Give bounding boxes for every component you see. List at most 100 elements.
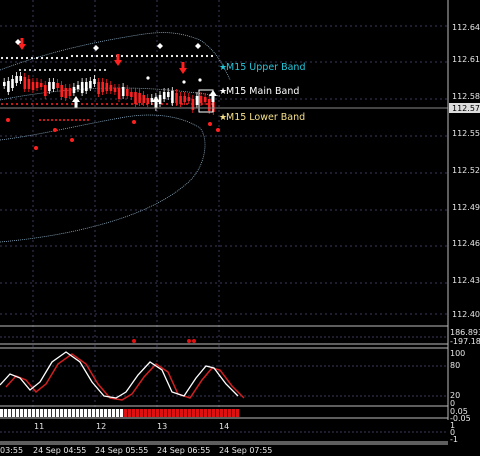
histogram-bar: [20, 409, 24, 417]
upper-marker: [24, 69, 26, 71]
cci-dot: [192, 339, 196, 343]
histogram-bar: [212, 409, 216, 417]
histogram-bar: [164, 409, 168, 417]
candle-body: [130, 92, 133, 97]
fractal-down-dot: [208, 122, 212, 126]
lower-marker: [36, 103, 38, 105]
histogram-bar: [172, 409, 176, 417]
current-price-value: 112.570: [452, 104, 480, 113]
lower-marker: [87, 119, 89, 121]
histogram-bar: [132, 409, 136, 417]
candle-body: [105, 83, 109, 91]
upper-marker: [100, 54, 104, 58]
candle-body: [35, 82, 39, 88]
upper-marker: [175, 54, 179, 58]
histogram-bar: [124, 409, 128, 417]
candle-body: [15, 76, 18, 83]
upper-marker: [195, 54, 199, 58]
candle-body: [187, 97, 191, 101]
histogram-bar: [144, 409, 148, 417]
upper-band-label: ★ M15 Upper Band: [219, 62, 305, 73]
upper-marker: [55, 56, 59, 60]
price-tick: 112.580: [452, 92, 480, 101]
lower-marker: [126, 103, 128, 105]
candle-body: [48, 82, 51, 91]
candle-body: [208, 99, 211, 111]
histogram-bar: [4, 409, 8, 417]
price-tick: 112.400: [452, 310, 480, 319]
bar-index-label: 14: [219, 422, 229, 431]
upper-marker: [15, 56, 19, 60]
histogram-bar: [204, 409, 208, 417]
lower-marker: [67, 119, 69, 121]
lower-marker: [101, 103, 103, 105]
histogram-bar: [12, 409, 16, 417]
cci-dot: [187, 339, 191, 343]
upper-marker: [200, 54, 204, 58]
candle-body: [179, 96, 182, 104]
lower-marker: [41, 103, 43, 105]
trading-chart[interactable]: ★ M15 Upper Band ★ M15 Main Band ★ M15 L…: [0, 0, 480, 456]
candle-body: [162, 92, 166, 99]
lower-marker: [91, 103, 93, 105]
lower-marker: [86, 103, 88, 105]
histogram-bar: [152, 409, 156, 417]
upper-marker: [79, 69, 81, 71]
histogram-bar: [208, 409, 212, 417]
upper-marker: [30, 56, 34, 60]
histogram-bar: [228, 409, 232, 417]
candle-body: [76, 85, 80, 89]
upper-marker: [130, 54, 134, 58]
upper-marker: [49, 69, 51, 71]
histogram-bar: [232, 409, 236, 417]
upper-marker: [19, 69, 21, 71]
histogram-bar: [56, 409, 60, 417]
histogram-bar: [128, 409, 132, 417]
fractal-down-dot: [132, 120, 136, 124]
upper-marker: [125, 54, 129, 58]
lower-marker: [1, 103, 3, 105]
candle-body: [27, 79, 31, 89]
lower-marker: [59, 119, 61, 121]
upper-marker: [10, 56, 14, 60]
candle-body: [97, 82, 100, 94]
candle-body: [199, 96, 203, 103]
upper-marker: [210, 54, 214, 58]
upper-marker: [170, 54, 174, 58]
lower-marker: [79, 119, 81, 121]
upper-marker: [0, 56, 4, 60]
lower-marker: [131, 103, 133, 105]
histogram-bar: [188, 409, 192, 417]
cci-level: 186.893: [450, 328, 480, 337]
lower-marker: [26, 103, 28, 105]
fractal-dot: [146, 76, 150, 80]
fractal-down-dot: [216, 128, 220, 132]
histogram-bar: [160, 409, 164, 417]
candle-body: [39, 83, 43, 87]
candle-body: [175, 93, 178, 103]
upper-marker: [60, 56, 64, 60]
lower-marker: [81, 103, 83, 105]
candle-body: [60, 85, 63, 97]
candle-body: [80, 82, 84, 93]
time-label: 24 Sep 07:55: [219, 446, 272, 455]
upper-marker: [65, 56, 69, 60]
price-tick: 112.520: [452, 166, 480, 175]
upper-marker: [40, 56, 44, 60]
histogram-bar: [44, 409, 48, 417]
upper-marker: [160, 54, 164, 58]
candle-body: [109, 85, 113, 91]
lower-marker: [83, 119, 85, 121]
upper-marker: [85, 54, 89, 58]
upper-marker: [34, 69, 36, 71]
upper-marker: [70, 54, 74, 58]
upper-marker: [69, 69, 71, 71]
lower-marker: [66, 103, 68, 105]
lower-marker: [206, 103, 208, 105]
lower-marker: [121, 103, 123, 105]
candle-body: [19, 76, 22, 81]
histogram-bar: [216, 409, 220, 417]
histogram-bar: [72, 409, 76, 417]
price-tick: 112.640: [452, 23, 480, 32]
lower-marker: [6, 103, 8, 105]
